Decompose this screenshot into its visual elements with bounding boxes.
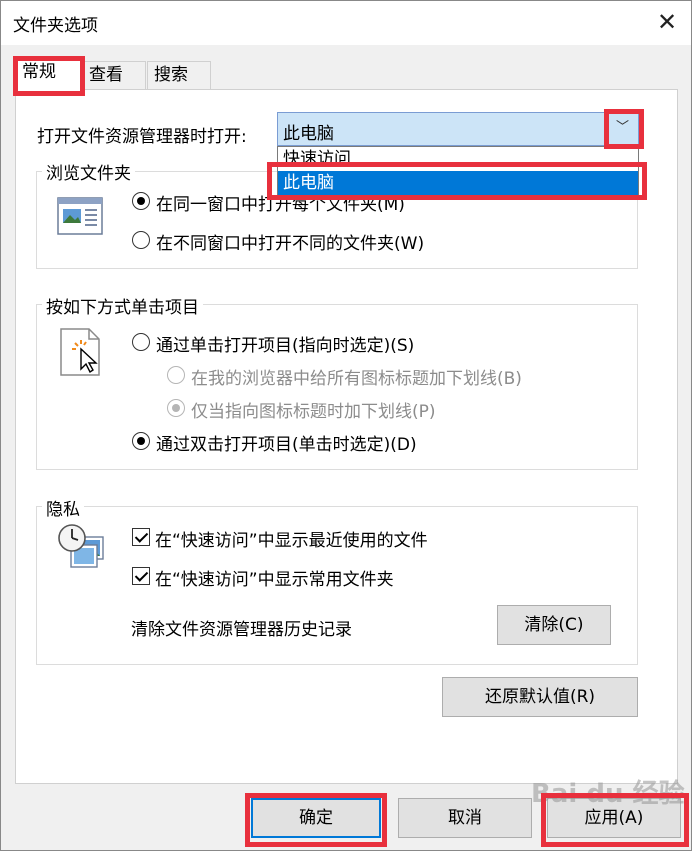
title-bar: 文件夹选项 ✕ <box>1 1 691 45</box>
tab-search[interactable]: 搜索 <box>147 61 211 89</box>
radio-double-click-label: 通过双击打开项目(单击时选定)(D) <box>156 435 417 455</box>
folder-window-icon <box>57 197 103 235</box>
radio-underline-hover[interactable] <box>167 399 185 417</box>
dropdown-option-this-pc[interactable]: 此电脑 <box>278 171 638 195</box>
tab-general[interactable]: 常规 <box>15 58 81 90</box>
open-explorer-value: 此电脑 <box>283 124 334 144</box>
history-clock-icon <box>57 523 105 571</box>
checkbox-show-frequent-folders[interactable] <box>132 567 150 585</box>
restore-defaults-button[interactable]: 还原默认值(R) <box>442 677 638 717</box>
pointer-click-icon <box>59 327 105 377</box>
radio-underline-hover-label: 仅当指向图标标题时加下划线(P) <box>191 402 436 422</box>
radio-underline-all-label: 在我的浏览器中给所有图标标题加下划线(B) <box>191 369 522 389</box>
open-explorer-options: 快速访问 此电脑 <box>277 146 639 196</box>
watermark-logo: Bai du 经验 <box>531 779 685 809</box>
dropdown-option-quick-access[interactable]: 快速访问 <box>278 147 638 171</box>
tab-view-label: 查看 <box>89 65 123 85</box>
checkbox-show-frequent-folders-label: 在“快速访问”中显示常用文件夹 <box>155 570 394 590</box>
browse-folders-title: 浏览文件夹 <box>42 159 135 184</box>
radio-new-window-label: 在不同窗口中打开不同的文件夹(W) <box>156 234 425 254</box>
tab-search-label: 搜索 <box>154 65 188 85</box>
folder-options-dialog: 文件夹选项 ✕ 常规 查看 搜索 打开文件资源管理器时打开: 此电脑 ﹀ 快速访… <box>0 0 692 851</box>
clear-button[interactable]: 清除(C) <box>497 605 611 645</box>
radio-same-window[interactable] <box>132 192 150 210</box>
privacy-title: 隐私 <box>42 495 84 520</box>
click-items-title: 按如下方式单击项目 <box>42 293 203 318</box>
close-icon[interactable]: ✕ <box>653 9 681 37</box>
clear-history-label: 清除文件资源管理器历史记录 <box>131 620 352 640</box>
radio-single-click[interactable] <box>132 333 150 351</box>
open-explorer-dropdown[interactable]: 此电脑 ﹀ <box>277 112 639 146</box>
radio-new-window[interactable] <box>132 231 150 249</box>
radio-single-click-label: 通过单击打开项目(指向时选定)(S) <box>156 336 415 356</box>
tab-general-label: 常规 <box>22 62 56 82</box>
open-explorer-label: 打开文件资源管理器时打开: <box>37 127 247 147</box>
tab-view[interactable]: 查看 <box>82 61 146 89</box>
ok-button[interactable]: 确定 <box>251 798 381 838</box>
radio-double-click[interactable] <box>132 432 150 450</box>
radio-underline-all[interactable] <box>167 366 185 384</box>
cancel-button[interactable]: 取消 <box>398 798 532 838</box>
chevron-down-icon[interactable]: ﹀ <box>606 113 638 145</box>
dialog-title: 文件夹选项 <box>13 16 98 36</box>
checkbox-show-recent-files-label: 在“快速访问”中显示最近使用的文件 <box>155 531 428 551</box>
checkbox-show-recent-files[interactable] <box>132 528 150 546</box>
